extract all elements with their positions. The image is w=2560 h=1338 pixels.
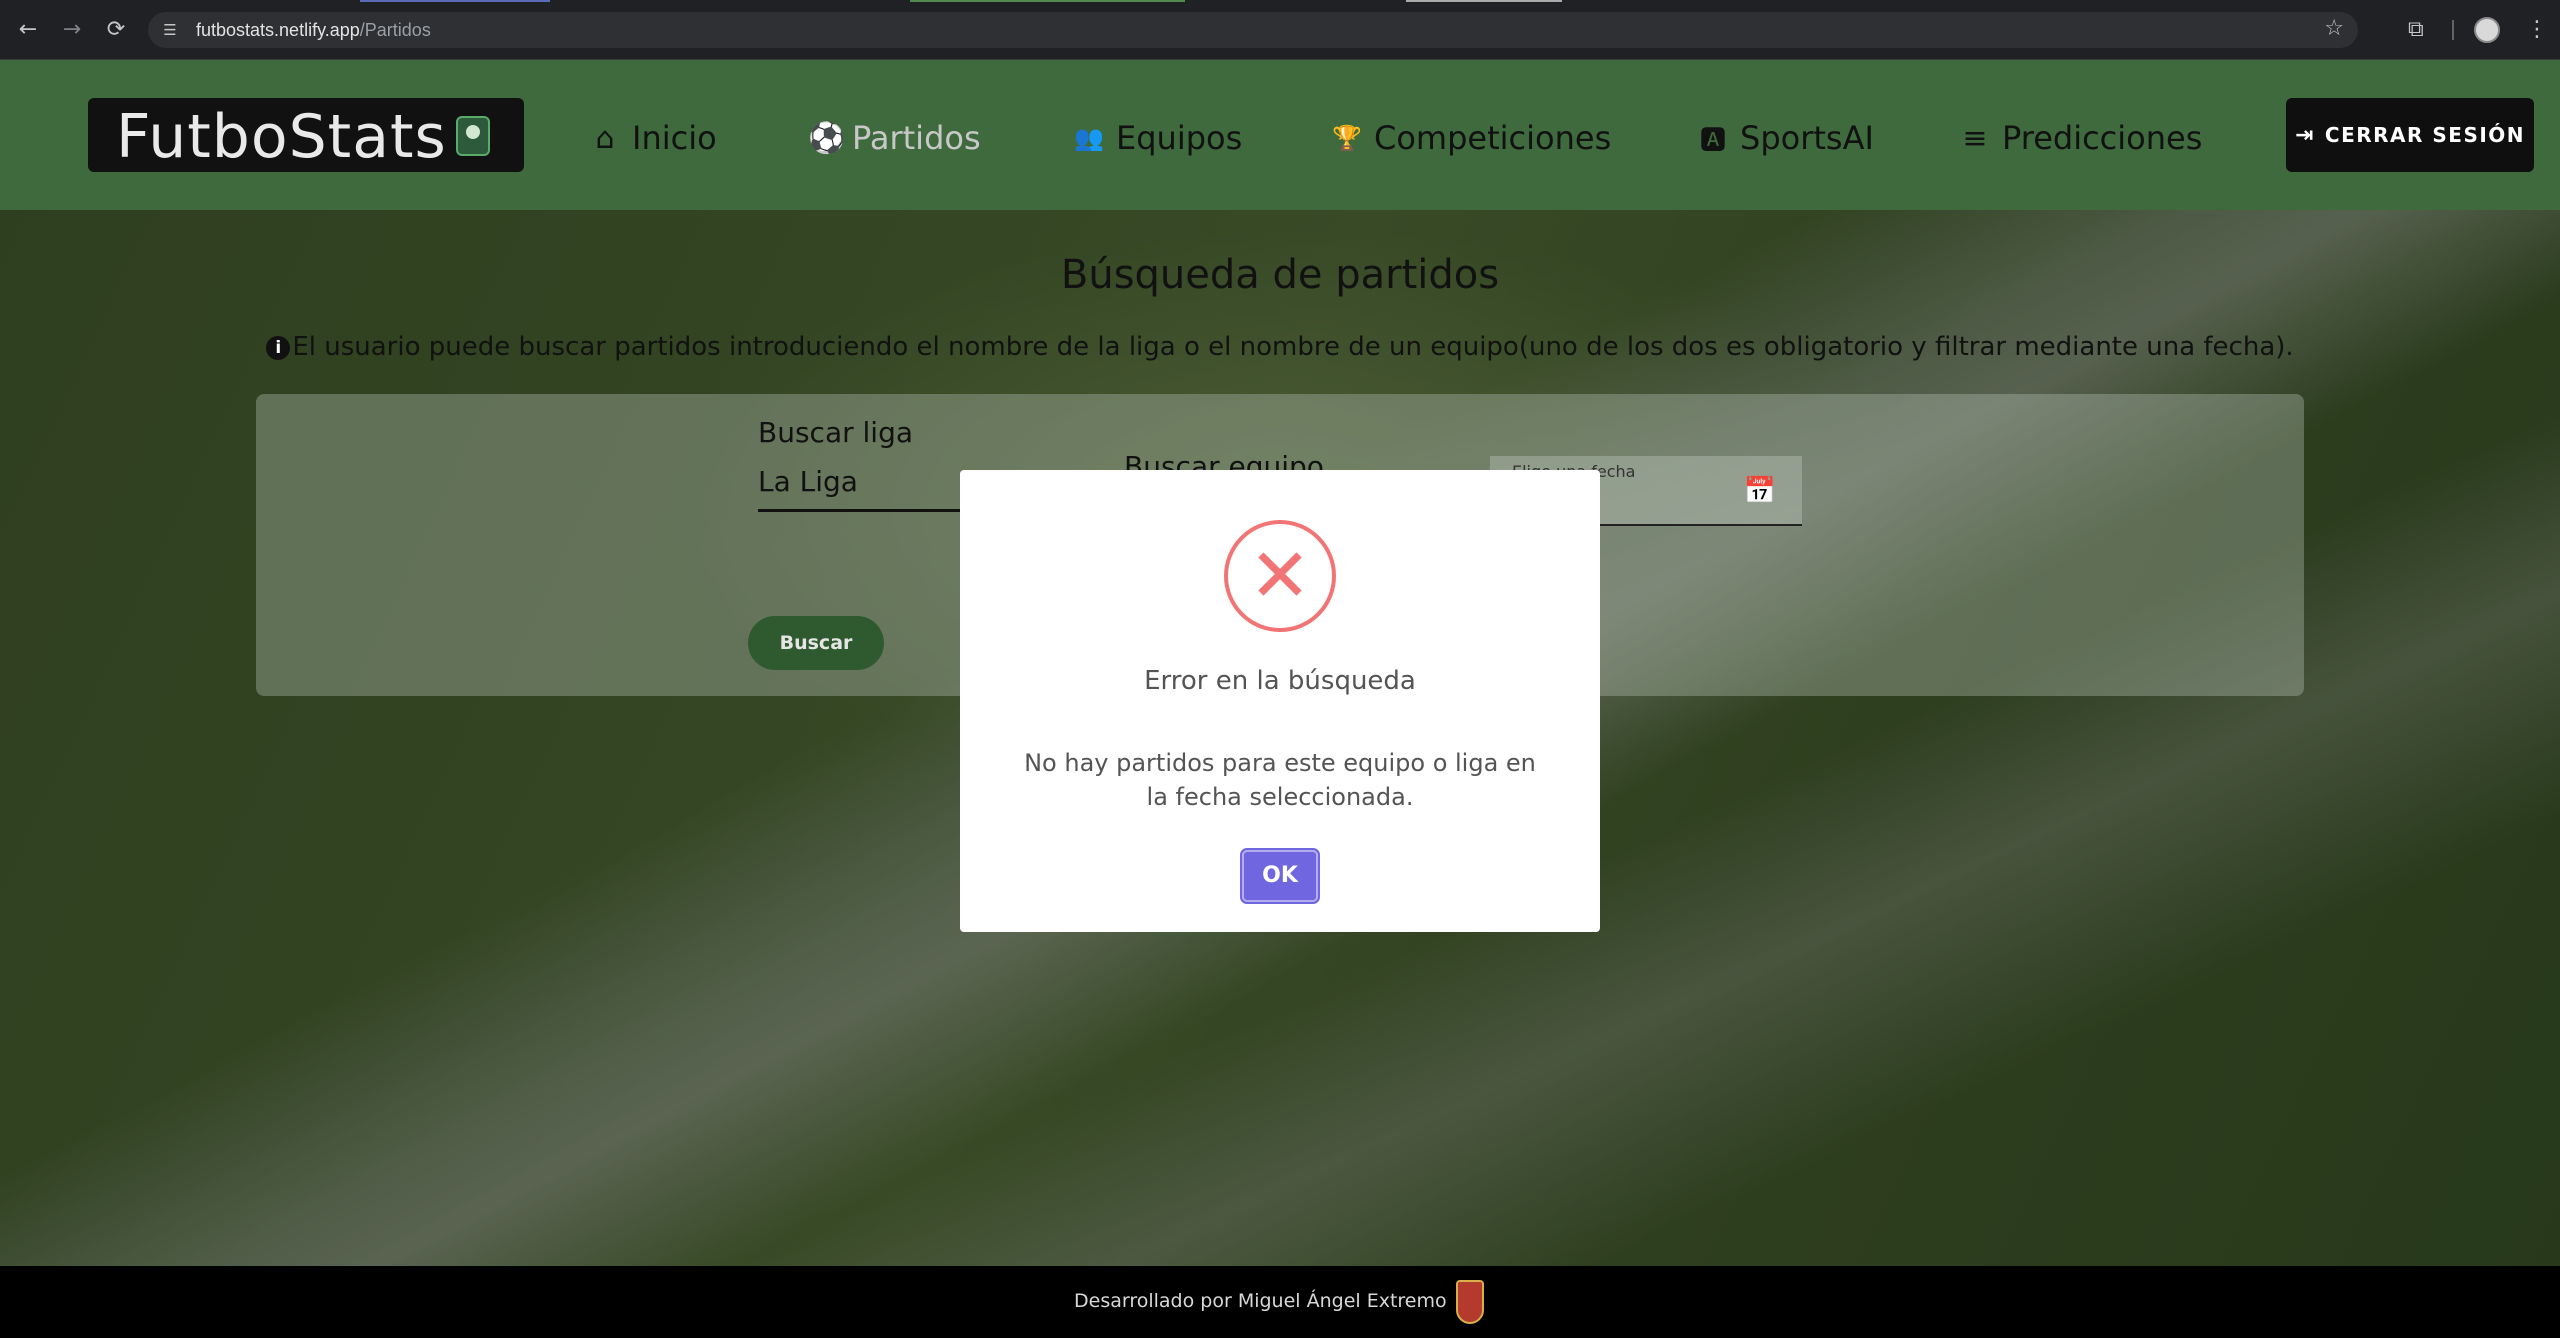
brand-logo[interactable]: FutboStats xyxy=(88,98,524,172)
tab-indicator xyxy=(1406,0,1562,2)
back-icon[interactable]: ← xyxy=(14,16,42,44)
nav-predicciones[interactable]: ≡ Predicciones xyxy=(1958,118,2202,158)
footer-credit: Desarrollado por Miguel Ángel Extremo xyxy=(1074,1290,1447,1312)
nav-competiciones-label: Competiciones xyxy=(1374,119,1612,157)
url-host: futbostats.netlify.app xyxy=(196,20,360,40)
nav-sportsai-label: SportsAI xyxy=(1740,119,1874,157)
ai-icon: 🅰 xyxy=(1699,125,1726,156)
calendar-icon[interactable]: 📅 xyxy=(1744,476,1776,506)
error-dialog: ✕ Error en la búsqueda No hay partidos p… xyxy=(960,470,1600,932)
nav-inicio[interactable]: ⌂ Inicio xyxy=(588,118,717,158)
app-navbar: FutboStats ⌂ Inicio ⚽ Partidos 👥 Equipos… xyxy=(0,60,2560,210)
bars-icon: ≡ xyxy=(1962,120,1988,156)
url-text[interactable]: futbostats.netlify.app/Partidos xyxy=(196,20,431,41)
address-bar[interactable]: ☰ futbostats.netlify.app/Partidos ☆ xyxy=(148,12,2358,48)
error-icon: ✕ xyxy=(1224,520,1336,632)
tab-indicator xyxy=(910,0,1185,2)
toolbar-divider xyxy=(2452,20,2454,40)
page-title: Búsqueda de partidos xyxy=(1060,252,1500,298)
bookmark-star-icon[interactable]: ☆ xyxy=(2324,16,2344,41)
nav-equipos-label: Equipos xyxy=(1116,119,1243,157)
nav-partidos[interactable]: ⚽ Partidos xyxy=(808,118,981,158)
info-icon: i xyxy=(266,336,291,360)
browser-menu-icon[interactable]: ⋮ xyxy=(2526,16,2548,44)
logout-label: CERRAR SESIÓN xyxy=(2324,123,2526,147)
profile-avatar[interactable] xyxy=(2474,17,2500,43)
error-x-icon: ✕ xyxy=(1248,533,1311,619)
logout-button[interactable]: ⇥ CERRAR SESIÓN xyxy=(2286,98,2534,172)
soccer-ball-icon: ⚽ xyxy=(808,120,846,156)
shield-logo-icon xyxy=(456,116,490,156)
url-path: /Partidos xyxy=(359,20,431,40)
trophy-icon: 🏆 xyxy=(1332,124,1362,152)
forward-icon[interactable]: → xyxy=(58,16,86,44)
dialog-message: No hay partidos para este equipo o liga … xyxy=(1024,749,1536,811)
site-info-icon[interactable]: ☰ xyxy=(158,18,182,42)
nav-sportsai[interactable]: 🅰 SportsAI xyxy=(1696,118,1874,158)
buscar-button[interactable]: Buscar xyxy=(748,616,884,670)
ok-button[interactable]: OK xyxy=(1242,850,1318,902)
home-icon: ⌂ xyxy=(595,120,615,156)
coat-of-arms-icon xyxy=(1456,1280,1484,1324)
nav-inicio-label: Inicio xyxy=(632,119,717,157)
logout-icon: ⇥ xyxy=(2294,122,2315,148)
reload-icon[interactable]: ⟳ xyxy=(102,16,130,44)
dialog-title: Error en la búsqueda xyxy=(1144,666,1416,696)
nav-equipos[interactable]: 👥 Equipos xyxy=(1072,118,1242,158)
extensions-icon[interactable]: ⧉ xyxy=(2408,16,2424,44)
info-description: El usuario puede buscar partidos introdu… xyxy=(292,332,2294,362)
nav-partidos-label: Partidos xyxy=(852,119,981,157)
team-icon: 👥 xyxy=(1074,124,1104,152)
nav-predicciones-label: Predicciones xyxy=(2002,119,2203,157)
nav-competiciones[interactable]: 🏆 Competiciones xyxy=(1330,118,1611,158)
footer: Desarrollado por Miguel Ángel Extremo xyxy=(0,1266,2560,1338)
browser-chrome: ← → ⟳ ☰ futbostats.netlify.app/Partidos … xyxy=(0,0,2560,60)
info-text: i El usuario puede buscar partidos introd… xyxy=(0,332,2560,362)
brand-name: FutboStats xyxy=(116,102,447,172)
liga-label: Buscar liga xyxy=(758,416,913,449)
tab-indicator xyxy=(360,0,550,2)
